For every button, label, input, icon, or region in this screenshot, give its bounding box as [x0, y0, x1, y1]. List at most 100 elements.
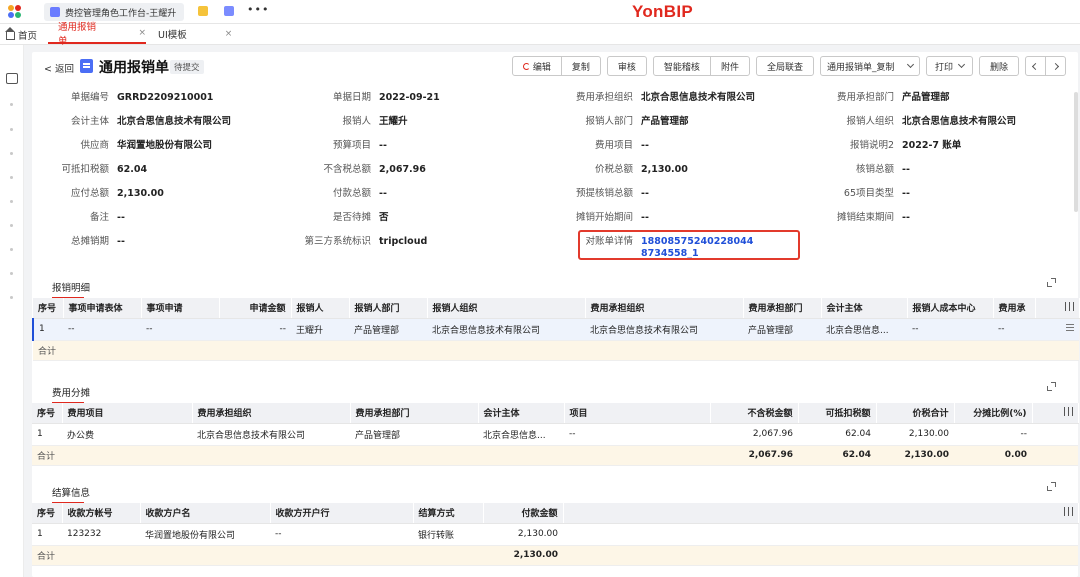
rail-dot[interactable]	[10, 272, 13, 275]
column-header[interactable]: 事项申请	[141, 298, 220, 319]
column-settings-icon[interactable]	[1063, 506, 1073, 516]
smart-audit-button[interactable]: 智能稽核	[652, 56, 711, 76]
row-action-cell[interactable]	[1035, 318, 1079, 341]
tab-reimbursement[interactable]: 通用报销单 ×	[48, 22, 146, 47]
global-query-button[interactable]: 全局联查	[755, 56, 814, 76]
rail-dot[interactable]	[10, 103, 13, 106]
notification-icon[interactable]	[198, 6, 208, 16]
form-field-value: 2,130.00	[117, 188, 164, 199]
column-header[interactable]: 付款金额	[483, 503, 564, 524]
tab-ui-template[interactable]: UI模板 ×	[152, 24, 246, 44]
app-menu-icon[interactable]	[8, 5, 22, 19]
form-field: 费用承担组织 北京合思信息技术有限公司	[556, 92, 755, 108]
template-select-value: 通用报销单_复制	[826, 62, 895, 73]
tab-home[interactable]: 首页	[5, 27, 37, 42]
column-header[interactable]: 不含税金额	[710, 403, 799, 424]
column-header[interactable]: 序号	[32, 403, 63, 424]
column-settings-icon[interactable]	[1064, 301, 1074, 311]
column-header[interactable]: 可抵扣税额	[798, 403, 877, 424]
edit-icon	[522, 62, 530, 70]
column-header[interactable]: 费用承担组织	[585, 298, 744, 319]
rail-dot[interactable]	[10, 200, 13, 203]
expand-icon[interactable]	[1047, 382, 1056, 391]
delete-button[interactable]: 删除	[978, 56, 1019, 76]
close-icon[interactable]: ×	[225, 29, 233, 39]
column-header[interactable]: 费用承担组织	[192, 403, 351, 424]
table-row[interactable]: 1 123232 华润置地股份有限公司 -- 银行转账 2,130.00	[32, 523, 1078, 546]
form-field: 费用承担部门 产品管理部	[817, 92, 950, 108]
column-header[interactable]: 申请金额	[219, 298, 292, 319]
total-cell	[413, 545, 483, 566]
rail-dot[interactable]	[10, 128, 13, 131]
column-header[interactable]: 费用项目	[62, 403, 193, 424]
column-header[interactable]: 收款方帐号	[62, 503, 141, 524]
column-header[interactable]: 序号	[33, 298, 64, 319]
table-cell: 1	[32, 318, 63, 341]
column-header[interactable]: 会计主体	[821, 298, 908, 319]
template-select[interactable]: 通用报销单_复制	[819, 56, 920, 76]
toolbar: 编辑 复制 审核 智能稽核 附件 全局联查 通用报销单_复制 打印 删除	[511, 56, 1066, 76]
column-settings-cell[interactable]	[1035, 298, 1080, 319]
column-header[interactable]: 费用承	[993, 298, 1036, 319]
column-header[interactable]: 报销人部门	[349, 298, 428, 319]
scrollbar[interactable]	[1074, 92, 1078, 212]
total-cell	[270, 545, 413, 566]
edit-button[interactable]: 编辑	[511, 56, 562, 76]
rail-dot[interactable]	[10, 152, 13, 155]
form-field-label: 摊销开始期间	[575, 212, 633, 223]
document-icon[interactable]	[224, 6, 234, 16]
row-menu-icon[interactable]	[1066, 324, 1074, 331]
copy-button[interactable]: 复制	[560, 56, 601, 76]
attachment-button[interactable]: 附件	[709, 56, 750, 76]
rail-dot[interactable]	[10, 296, 13, 299]
print-button[interactable]: 打印	[925, 56, 973, 76]
column-header[interactable]: 报销人	[291, 298, 350, 319]
review-button[interactable]: 审核	[606, 56, 647, 76]
total-cell	[563, 545, 1078, 566]
column-settings-icon[interactable]	[1063, 406, 1073, 416]
form-field-label: 第三方系统标识	[304, 236, 371, 247]
expand-icon[interactable]	[1047, 482, 1056, 491]
status-badge: 待提交	[170, 60, 204, 74]
column-header[interactable]: 报销人组织	[427, 298, 586, 319]
column-header[interactable]: 结算方式	[413, 503, 484, 524]
column-header[interactable]: 会计主体	[478, 403, 565, 424]
pager-group	[1025, 56, 1066, 76]
form-field-value: 华润置地股份有限公司	[117, 140, 213, 151]
rail-dot[interactable]	[10, 224, 13, 227]
column-header[interactable]: 价税合计	[876, 403, 955, 424]
column-header[interactable]: 序号	[32, 503, 63, 524]
form-field: 核销总额 --	[817, 164, 910, 180]
nav-tabs: 首页 通用报销单 × UI模板 ×	[0, 22, 1080, 47]
rail-nav-icon[interactable]	[6, 73, 18, 84]
column-settings-cell[interactable]	[1032, 403, 1079, 424]
form-field-label: 报销人部门	[585, 116, 633, 127]
column-settings-cell[interactable]	[563, 503, 1079, 524]
total-cell: 2,130.00	[483, 545, 563, 566]
form-field-value: 北京合思信息技术有限公司	[117, 116, 232, 127]
close-icon[interactable]: ×	[138, 28, 146, 38]
back-button[interactable]: < 返回	[44, 61, 74, 75]
table-row[interactable]: 1 办公费 北京合思信息技术有限公司 产品管理部 北京合思信息... -- 2,067.96…	[32, 423, 1078, 446]
column-header[interactable]: 项目	[564, 403, 711, 424]
expand-icon[interactable]	[1047, 278, 1056, 287]
prev-button[interactable]	[1025, 56, 1046, 76]
column-header[interactable]: 收款方开户行	[270, 503, 414, 524]
column-header[interactable]: 收款方户名	[140, 503, 271, 524]
table-cell: 产品管理部	[350, 423, 478, 446]
rail-dot[interactable]	[10, 176, 13, 179]
column-header[interactable]: 费用承担部门	[743, 298, 822, 319]
next-button[interactable]	[1045, 56, 1066, 76]
table-row[interactable]: 1 -- -- -- 王耀升 产品管理部 北京合思信息技术有限公司 北京合思信息技术有限公司产…	[32, 318, 1079, 341]
column-header[interactable]: 费用承担部门	[350, 403, 479, 424]
section-title-detail: 报销明细	[52, 280, 90, 299]
rail-dot[interactable]	[10, 248, 13, 251]
column-header[interactable]: 报销人成本中心	[907, 298, 994, 319]
form-field-value: --	[117, 212, 125, 223]
form-field-value: --	[641, 212, 649, 223]
column-header[interactable]: 事项申请表体	[63, 298, 142, 319]
column-header[interactable]: 分摊比例(%)	[954, 403, 1033, 424]
tab-ui-template-label: UI模板	[158, 30, 187, 41]
more-icon[interactable]: •••	[247, 3, 269, 16]
total-cell	[141, 340, 219, 361]
